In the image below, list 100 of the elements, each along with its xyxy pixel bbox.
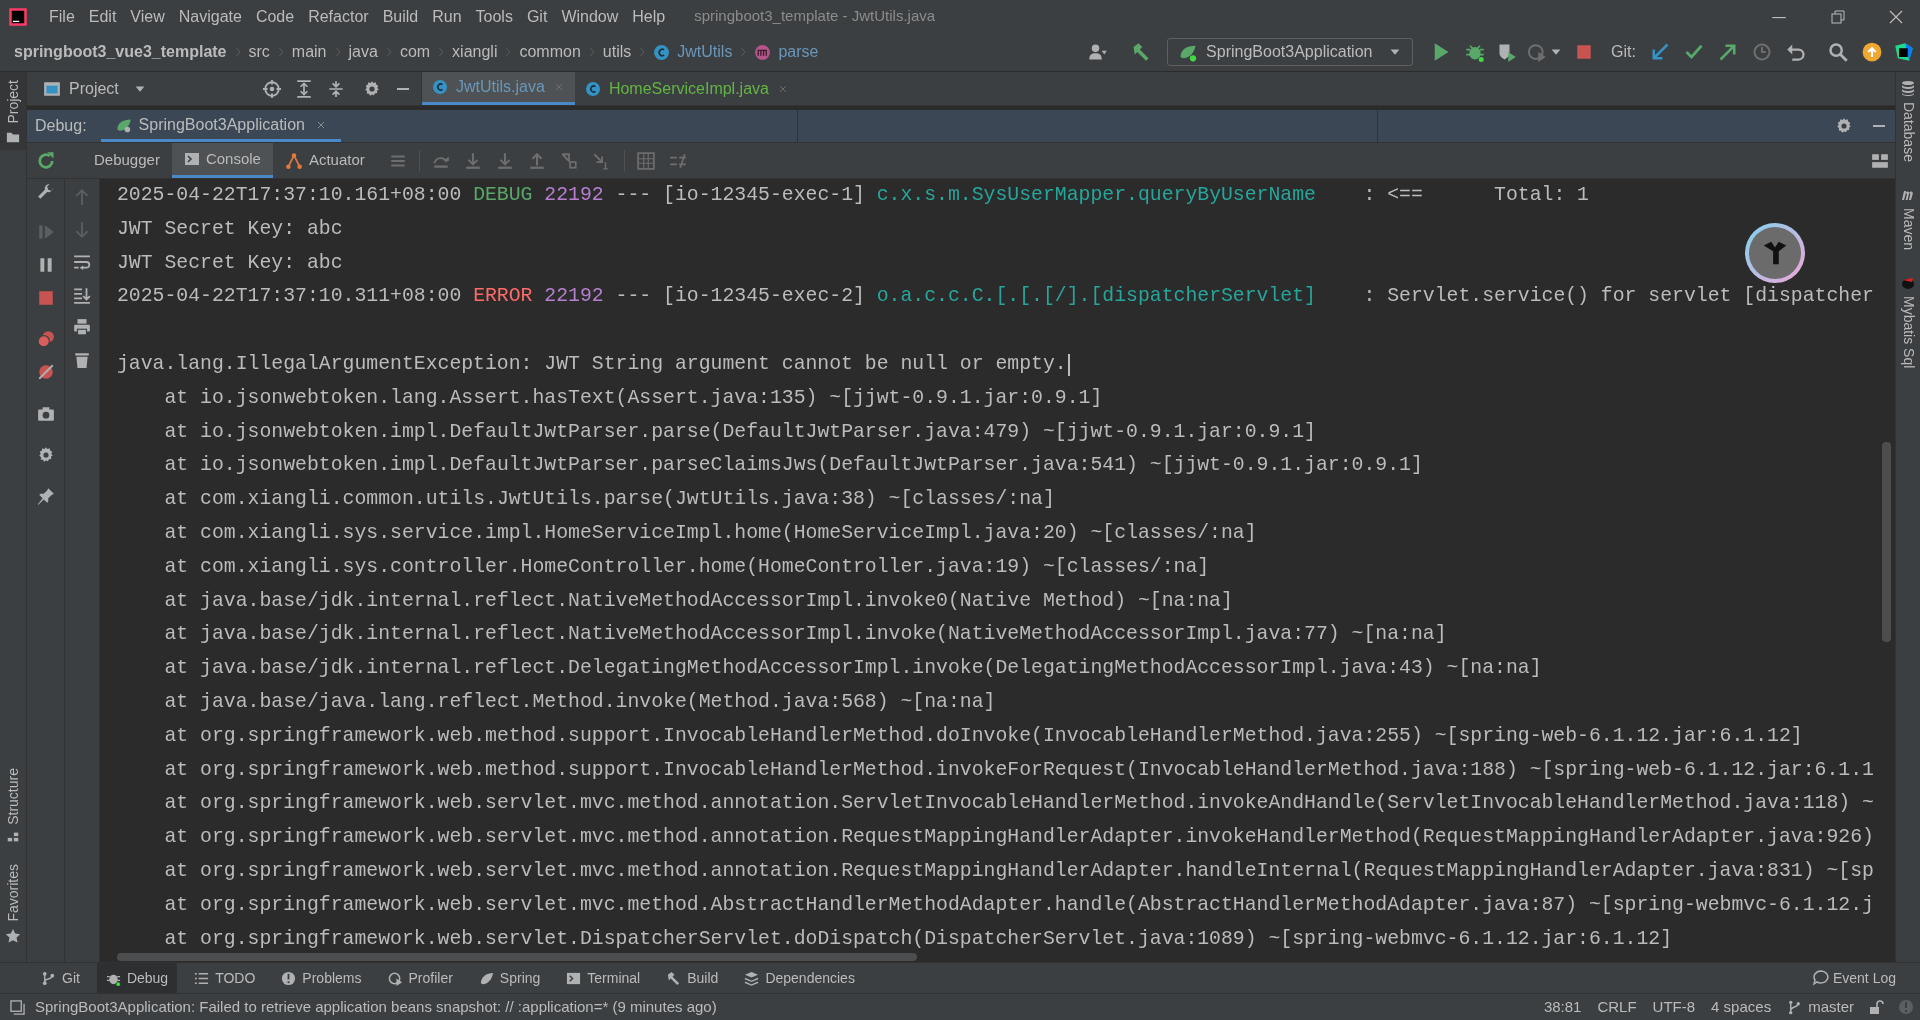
- breadcrumb[interactable]: xiangli: [452, 40, 498, 64]
- console-line: at com.xiangli.sys.service.impl.HomeServiceImpl.home(HomeServiceImpl.java:20) ~[classes/:na]: [164, 520, 1257, 546]
- shield-run-icon[interactable]: [1497, 42, 1518, 62]
- update-available-icon[interactable]: [1862, 42, 1882, 62]
- settings-icon[interactable]: [363, 79, 381, 98]
- debug-tab[interactable]: Actuator: [272, 143, 377, 178]
- search-icon[interactable]: [1828, 42, 1848, 62]
- rerun-icon[interactable]: [36, 150, 56, 171]
- settings-icon[interactable]: [1835, 117, 1853, 135]
- git-branch-icon: [41, 970, 56, 986]
- breadcrumb[interactable]: springboot3_vue3_template: [14, 40, 227, 64]
- mute-breakpoints-icon[interactable]: [36, 363, 55, 381]
- caret-position[interactable]: 38:81: [1543, 995, 1582, 1019]
- collapse-all-icon[interactable]: [327, 79, 345, 98]
- console-line: at com.xiangli.sys.controller.HomeController.home(HomeController.java:19) ~[classes/:na]: [164, 554, 1210, 580]
- bug-icon[interactable]: [1465, 42, 1486, 62]
- trash-icon[interactable]: [73, 350, 91, 369]
- tool-window-button[interactable]: Build: [657, 963, 728, 993]
- lock-icon[interactable]: [1868, 999, 1884, 1015]
- run-configuration-dropdown[interactable]: SpringBoot3Application: [1167, 38, 1414, 66]
- debug-tab[interactable]: Debugger: [82, 143, 172, 178]
- undo-icon[interactable]: [1786, 42, 1806, 62]
- tool-window-button[interactable]: Terminal: [557, 963, 650, 993]
- menu-item[interactable]: View: [123, 4, 172, 29]
- tool-window-button[interactable]: Spring: [469, 963, 550, 993]
- menu-item[interactable]: Code: [248, 4, 302, 29]
- tool-window-button[interactable]: Debug: [96, 963, 178, 993]
- layout-icon[interactable]: [1871, 151, 1889, 170]
- menu-item[interactable]: Refactor: [301, 4, 376, 29]
- toolbox-icon[interactable]: [1894, 42, 1914, 62]
- soft-wrap-icon[interactable]: [73, 253, 91, 271]
- console-line: at java.base/jdk.internal.reflect.NativeMethodAccessorImpl.invoke(NativeMethodAccessorImpl.java:77) ~[na:na]: [164, 622, 1447, 648]
- breadcrumb[interactable]: main: [291, 40, 327, 64]
- floating-assistant-icon[interactable]: [1745, 223, 1805, 283]
- indent-setting[interactable]: 4 spaces: [1711, 995, 1772, 1019]
- tool-window-button[interactable]: TODO: [185, 963, 265, 993]
- console-line: 2025-04-22T17:37:10.311+08:00 ERROR 22192 --- [io-12345-exec-2] o.a.c.c.C.[.[.[/].[dispatcherServlet] : Servlet.service() for servlet [dispatcher: [117, 284, 1874, 310]
- tool-window-tab[interactable]: Favorites: [2, 864, 24, 922]
- file-encoding[interactable]: UTF-8: [1652, 995, 1696, 1019]
- console-icon: [183, 151, 200, 167]
- pin-icon[interactable]: [36, 487, 55, 505]
- print-icon[interactable]: [73, 318, 91, 336]
- push-arrow-icon[interactable]: [1718, 42, 1738, 62]
- status-message[interactable]: SpringBoot3Application: Failed to retrieve application beans snapshot: // :application=* (9 minutes ago): [35, 995, 717, 1019]
- settings-icon[interactable]: [36, 446, 55, 464]
- tool-window-tab[interactable]: Database: [1897, 102, 1919, 162]
- breadcrumb[interactable]: JwtUtils: [677, 40, 733, 64]
- breakpoints-icon[interactable]: [36, 330, 55, 348]
- restore-icon[interactable]: [1830, 8, 1846, 25]
- list-icon: [194, 970, 210, 986]
- project-view-dropdown[interactable]: Project: [43, 76, 147, 101]
- settings-wrench-icon[interactable]: [36, 183, 55, 201]
- console-line: at io.jsonwebtoken.impl.DefaultJwtParser.parseClaimsJws(DefaultJwtParser.java:541) ~[jjwt-0.9.1.jar:0.9.1]: [164, 453, 1423, 479]
- method-icon: [754, 43, 772, 61]
- expand-all-icon[interactable]: [295, 79, 313, 98]
- tool-window-button[interactable]: Problems: [272, 963, 371, 993]
- warning-icon: [281, 970, 297, 986]
- close-icon[interactable]: [1888, 8, 1904, 25]
- tool-window-button[interactable]: Profiler: [378, 963, 462, 993]
- console-line: at org.springframework.web.servlet.mvc.method.annotation.RequestMappingHandlerAdapter.invokeHandlerMethod(RequestMappingHandlerAdapter.java:926): [164, 825, 1874, 851]
- camera-icon[interactable]: [36, 405, 55, 423]
- breadcrumb[interactable]: src: [248, 40, 270, 64]
- breadcrumb[interactable]: common: [519, 40, 581, 64]
- breadcrumb[interactable]: utils: [602, 40, 632, 64]
- locate-icon[interactable]: [263, 79, 281, 98]
- status-panel-icon[interactable]: [10, 999, 25, 1015]
- debug-tab[interactable]: Console: [171, 143, 273, 178]
- horizontal-scrollbar[interactable]: [117, 953, 917, 961]
- menu-item[interactable]: Window: [554, 4, 626, 29]
- menu-item[interactable]: File: [42, 4, 82, 29]
- menu-item[interactable]: Build: [375, 4, 426, 29]
- menu-item[interactable]: Help: [625, 4, 673, 29]
- menu-item[interactable]: Git: [519, 4, 555, 29]
- commit-check-icon[interactable]: [1684, 42, 1704, 62]
- tool-window-button[interactable]: Git: [32, 963, 89, 993]
- event-log-button[interactable]: Event Log: [1812, 967, 1896, 989]
- update-arrow-icon[interactable]: [1650, 42, 1670, 62]
- tool-window-tab[interactable]: Maven: [1897, 207, 1919, 250]
- editor-tab[interactable]: HomeServiceImpl.java: [574, 72, 799, 105]
- breadcrumb[interactable]: com: [399, 40, 431, 64]
- tool-window-button[interactable]: Dependencies: [735, 963, 864, 993]
- stop-icon[interactable]: [1575, 43, 1594, 61]
- menu-item[interactable]: Run: [425, 4, 469, 29]
- vertical-scrollbar[interactable]: [1882, 442, 1891, 642]
- menu-item[interactable]: Tools: [468, 4, 520, 29]
- console-line: at io.jsonwebtoken.lang.Assert.hasText(Assert.java:135) ~[jjwt-0.9.1.jar:0.9.1]: [164, 385, 1103, 411]
- breadcrumb[interactable]: java: [348, 40, 378, 64]
- menu-item[interactable]: Edit: [81, 4, 124, 29]
- tool-window-tab[interactable]: Structure: [2, 767, 24, 825]
- line-separator[interactable]: CRLF: [1597, 995, 1637, 1019]
- git-branch-button[interactable]: master: [1787, 995, 1854, 1019]
- breadcrumb[interactable]: parse: [778, 40, 819, 64]
- scroll-to-end-icon[interactable]: [73, 285, 91, 304]
- database-icon: [1900, 80, 1916, 96]
- menu-item[interactable]: Navigate: [171, 4, 249, 29]
- stop-icon[interactable]: [36, 289, 55, 307]
- tool-window-tab[interactable]: Mybatis Sql: [1897, 295, 1919, 369]
- console-line: at java.base/jdk.internal.reflect.NativeMethodAccessorImpl.invoke0(Native Method) ~[na:na]: [164, 588, 1233, 614]
- console-line: java.lang.IllegalArgumentException: JWT String argument cannot be null or empty.: [117, 352, 1067, 377]
- console-line: at org.springframework.web.method.support.InvocableHandlerMethod.doInvoke(InvocableHandlerMethod.java:255) ~[spring-web-6.1.12.jar:6.1.12]: [164, 723, 1803, 749]
